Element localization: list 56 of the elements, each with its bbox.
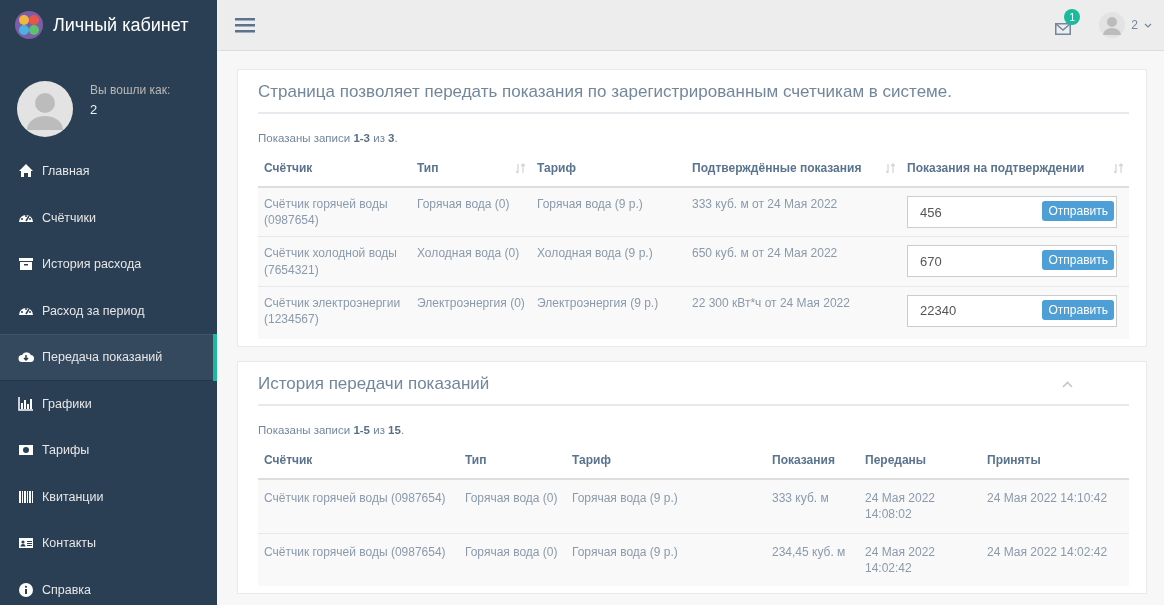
archive-box-icon — [18, 256, 34, 273]
table-cell: Горячая вода (0) — [411, 187, 531, 237]
table-cell: Счётчик холодной воды (7654321) — [258, 236, 411, 287]
table-cell: Счётчик горячей воды (0987654) — [258, 479, 459, 533]
sidebar-item[interactable]: Графики — [0, 380, 217, 427]
records-summary: Показаны записи 1-3 из 3. — [258, 132, 399, 144]
records-summary: Показаны записи 1-5 из 15. — [258, 424, 406, 437]
sidebar-item[interactable]: Квитанции — [0, 473, 217, 520]
user-name: 2 — [90, 102, 99, 117]
avatar-icon — [1099, 12, 1126, 38]
sidebar-item[interactable]: История расхода — [0, 241, 217, 288]
table-cell: 333 куб. м от 24 Мая 2022 — [686, 187, 901, 237]
table-cell: 234,45 куб. м — [766, 533, 859, 586]
house-icon — [18, 163, 34, 180]
sidebar-item[interactable]: Справка — [0, 566, 217, 605]
sort-icon — [516, 162, 525, 174]
table-cell: Счётчик электроэнергии (1234567) — [258, 286, 411, 340]
sidebar-item[interactable]: Главная — [0, 148, 217, 195]
avatar-icon — [17, 81, 73, 137]
table-cell: Счётчик горячей воды (0987654) — [258, 533, 459, 586]
table-cell: 333 куб. м — [766, 479, 859, 533]
table-cell: 24 Мая 2022 14:02:42 — [981, 533, 1129, 586]
app-title: Личный кабинет — [53, 14, 189, 36]
sidebar-item[interactable]: Передача показаний — [0, 334, 217, 381]
panel-title: История передачи показаний — [258, 374, 490, 395]
bar-chart-icon — [18, 395, 34, 412]
menu-icon — [235, 17, 255, 33]
sort-icon — [886, 162, 895, 174]
table-cell: Горячая вода (9 р.) — [566, 533, 766, 586]
table-cell: Горячая вода (0) — [459, 533, 566, 586]
table-cell: 24 Мая 2022 14:02:42 — [859, 533, 981, 586]
info-icon — [18, 581, 34, 598]
greeting-text: Вы вошли как: — [90, 83, 171, 97]
barcode-icon — [18, 488, 34, 505]
table-cell: Холодная вода (9 р.) — [531, 236, 686, 287]
table-cell: Электроэнергия (9 р.) — [531, 286, 686, 340]
table-cell: 22 300 кВт*ч от 24 Мая 2022 — [686, 286, 901, 340]
table-cell: 650 куб. м от 24 Мая 2022 — [686, 236, 901, 287]
table-cell: Горячая вода (9 р.) — [566, 479, 766, 533]
sidebar-item[interactable]: Контакты — [0, 520, 217, 567]
table-cell: Горячая вода (0) — [459, 479, 566, 533]
sidebar-item[interactable]: Счётчики — [0, 194, 217, 241]
table-cell: Счётчик горячей воды (0987654) — [258, 187, 411, 237]
caret-icon — [1144, 22, 1152, 28]
notification-badge: 1 — [1064, 9, 1081, 25]
table-cell: Горячая вода (9 р.) — [531, 187, 686, 237]
logo-icon — [14, 10, 44, 40]
table-cell: 24 Мая 2022 14:08:02 — [859, 479, 981, 533]
sort-icon — [1114, 162, 1123, 174]
mail-icon — [1055, 23, 1072, 35]
panel-title: Страница позволяет передать показания по зарегистрированным счетчикам в системе. — [258, 82, 952, 102]
sidebar-item[interactable]: Тарифы — [0, 427, 217, 474]
table-cell: 24 Мая 2022 14:10:42 — [981, 479, 1129, 533]
sidebar-item[interactable]: Расход за период — [0, 287, 217, 334]
table-cell: Электроэнергия (0) — [411, 286, 531, 340]
table-cell: Холодная вода (0) — [411, 236, 531, 287]
